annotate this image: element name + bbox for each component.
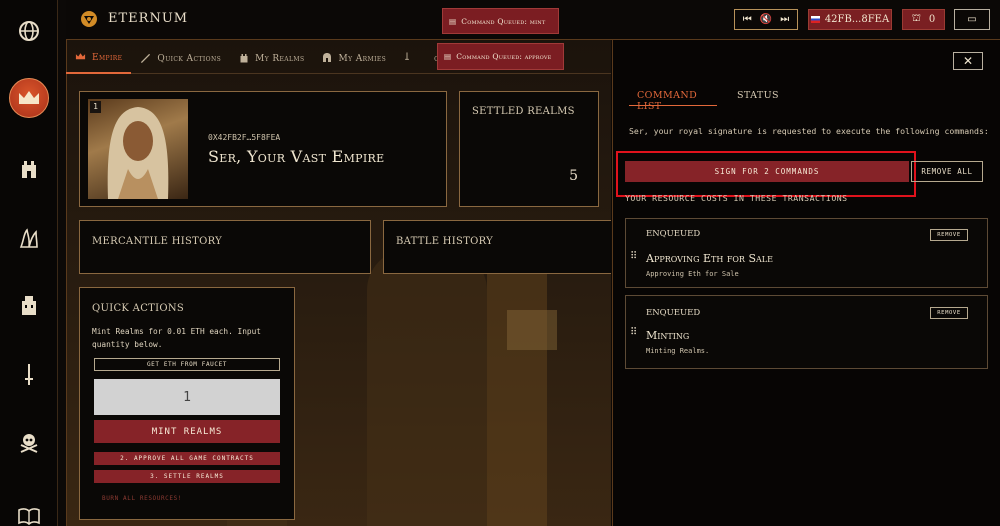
sign-commands-button[interactable]: SIGN FOR 2 COMMANDS xyxy=(625,161,909,182)
scroll-icon: ▭ xyxy=(967,14,977,25)
realms-button[interactable]: ⛫ 0 xyxy=(902,9,945,30)
settled-realms-count: 5 xyxy=(569,168,578,184)
castle-icon xyxy=(239,52,249,66)
eternum-logo-icon xyxy=(80,10,98,32)
toast-approve: ▤ Command Queued: approve xyxy=(437,43,564,70)
command-panel: ✕ COMMAND LIST STATUS Ser, your royal si… xyxy=(612,40,1000,526)
tab-command-list[interactable]: COMMAND LIST xyxy=(629,84,717,112)
tab-label: My Realms xyxy=(255,53,305,64)
crown-icon xyxy=(75,52,86,64)
signature-request-text: Ser, your royal signature is requested t… xyxy=(629,126,989,136)
drag-handle-icon[interactable]: ⠿ xyxy=(630,251,637,262)
command-status: ENQUEUED xyxy=(646,229,701,239)
quantity-input[interactable]: 1 xyxy=(94,379,280,415)
drag-handle-icon[interactable]: ⠿ xyxy=(630,327,637,338)
mercantile-history-card: MERCANTILE HISTORY xyxy=(79,220,371,274)
command-item: ENQUEUED REMOVE ⠿ Minting Minting Realms… xyxy=(625,295,988,369)
approve-contracts-button[interactable]: 2. APPROVE ALL GAME CONTRACTS xyxy=(94,452,280,465)
app-title: ETERNUM xyxy=(108,11,189,26)
skull-icon[interactable] xyxy=(9,422,49,462)
quick-actions-title: QUICK ACTIONS xyxy=(92,303,185,314)
tab-quick-actions[interactable]: Quick Actions xyxy=(131,44,230,74)
command-subtitle: Minting Realms. xyxy=(646,347,710,355)
tab-my-armies[interactable]: My Armies xyxy=(313,44,395,74)
remove-all-button[interactable]: REMOVE ALL xyxy=(911,161,983,182)
empire-heading: Ser, Your Vast Empire xyxy=(208,147,385,166)
trade-button[interactable]: ▭ xyxy=(954,9,990,30)
tab-label: Quick Actions xyxy=(157,53,222,64)
audio-controls: ⏮ 🔇 ⏭ xyxy=(734,9,798,30)
toast-mint: ▤ Command Queued: mint xyxy=(442,8,559,34)
quick-actions-card: QUICK ACTIONS Mint Realms for 0.01 ETH e… xyxy=(79,287,295,520)
next-track-icon[interactable]: ⏭ xyxy=(780,14,789,25)
remove-command-button[interactable]: REMOVE xyxy=(930,307,968,319)
crown-icon[interactable] xyxy=(9,78,49,118)
avatar xyxy=(88,99,188,199)
settled-realms-card: SETTLED REALMS 5 xyxy=(459,91,599,207)
tab-status[interactable]: STATUS xyxy=(737,90,779,101)
previous-track-icon[interactable]: ⏮ xyxy=(743,14,752,25)
toast-mint-text: Command Queued: mint xyxy=(461,16,546,26)
command-title: Approving Eth for Sale xyxy=(646,252,773,265)
tab-label: Empire xyxy=(92,52,123,63)
burn-resources-link[interactable]: BURN ALL RESOURCES! xyxy=(102,495,182,502)
command-subtitle: Approving Eth for Sale xyxy=(646,270,739,278)
command-title: Minting xyxy=(646,329,690,342)
mint-realms-button[interactable]: MINT REALMS xyxy=(94,420,280,443)
wallet-address: 42FB...8FEA xyxy=(824,14,890,25)
book-icon[interactable] xyxy=(9,496,49,526)
mansion-icon[interactable] xyxy=(9,218,49,258)
mint-description: Mint Realms for 0.01 ETH each. Input qua… xyxy=(92,327,261,349)
remove-command-button[interactable]: REMOVE xyxy=(930,229,968,241)
scroll-icon: ▤ xyxy=(444,52,452,61)
realm-badge: 1 xyxy=(90,101,101,113)
building-icon[interactable] xyxy=(9,285,49,325)
mercantile-history-title: MERCANTILE HISTORY xyxy=(92,236,223,247)
mute-icon[interactable]: 🔇 xyxy=(760,14,772,25)
empire-card: 1 0X42FB2F…5F8FEA Ser, Your Vast Empire xyxy=(79,91,447,207)
toast-approve-text: Command Queued: approve xyxy=(456,52,552,61)
command-status: ENQUEUED xyxy=(646,308,701,318)
flag-icon xyxy=(810,16,820,23)
left-rail xyxy=(0,0,58,526)
quill-icon xyxy=(140,52,151,66)
command-item: ENQUEUED REMOVE ⠿ Approving Eth for Sale… xyxy=(625,218,988,288)
close-icon[interactable]: ✕ xyxy=(953,52,983,70)
castle-icon[interactable] xyxy=(9,148,49,188)
tab-label: My Armies xyxy=(338,53,387,64)
helmet-icon xyxy=(322,52,332,66)
battle-history-title: BATTLE HISTORY xyxy=(396,236,494,247)
resource-costs-heading: YOUR RESOURCE COSTS IN THESE TRANSACTION… xyxy=(625,193,848,203)
sword-icon[interactable] xyxy=(9,355,49,395)
realm-count: 0 xyxy=(928,14,936,25)
tab-empire[interactable]: Empire xyxy=(66,44,132,74)
settle-realms-button[interactable]: 3. SETTLE REALMS xyxy=(94,470,280,483)
mansion-small-icon: ⛫ xyxy=(911,13,921,24)
empire-address: 0X42FB2F…5F8FEA xyxy=(208,133,281,142)
battle-history-card: BATTLE HISTORY xyxy=(383,220,611,274)
wallet-button[interactable]: 42FB...8FEA xyxy=(808,9,892,30)
globe-icon[interactable] xyxy=(9,11,49,51)
tab-my-realms[interactable]: My Realms xyxy=(230,44,313,74)
sword-icon xyxy=(404,51,410,66)
faucet-button[interactable]: GET ETH FROM FAUCET xyxy=(94,358,280,371)
scroll-icon: ▤ xyxy=(449,16,457,26)
settled-realms-title: SETTLED REALMS xyxy=(472,106,575,117)
tab-item-4[interactable] xyxy=(395,44,425,74)
